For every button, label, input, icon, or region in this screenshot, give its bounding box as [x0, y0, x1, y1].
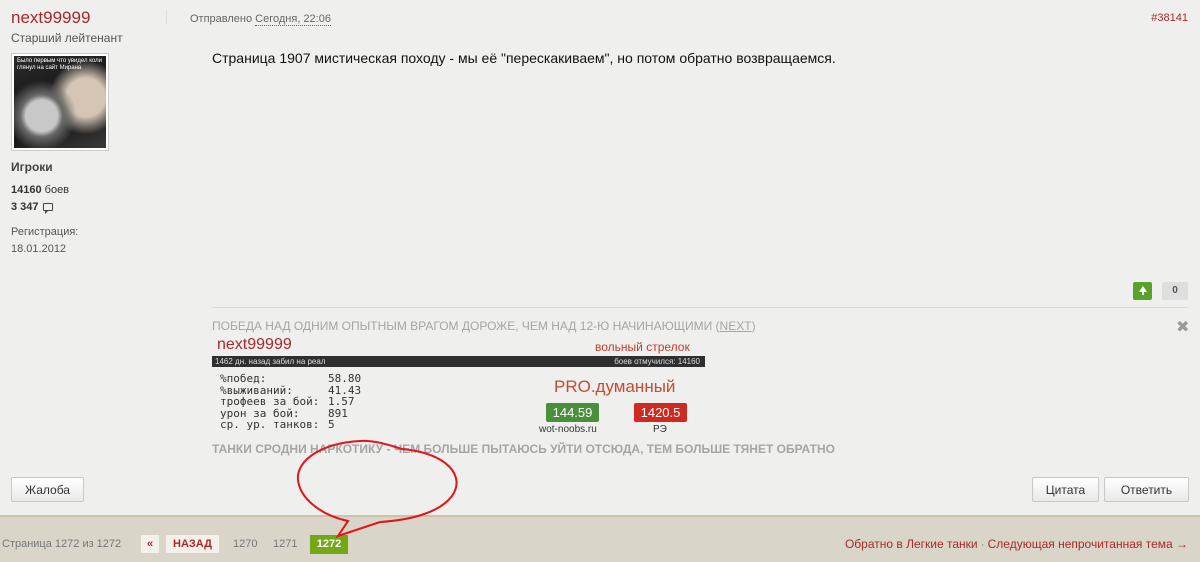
- banner-bar-left: 1462 дн. назад забил на реал: [215, 357, 326, 366]
- signature-next-link[interactable]: NEXT: [720, 319, 752, 333]
- stat-key: ср. ур. танков:: [220, 418, 320, 432]
- avatar-caption: Было первым что увидел коли глянул на са…: [17, 58, 102, 71]
- stat-row: %побед: 58.80: [220, 373, 361, 385]
- back-to-forum-link[interactable]: Обратно в Легкие танки: [845, 537, 978, 551]
- registration-date: 18.01.2012: [11, 243, 67, 255]
- author-panel: next99999 Старший лейтенант Было первым …: [0, 0, 168, 515]
- sent-prefix: Отправлено: [190, 13, 256, 25]
- page-indicator: Страница 1272 из 1272: [2, 538, 122, 550]
- rate-up-button[interactable]: [1133, 282, 1152, 300]
- banner-bar-right: боев отмучился: 14160: [614, 357, 700, 366]
- signature-line-2: ТАНКИ СРОДНИ НАРКОТИКУ - ЧЕМ БОЛЬШЕ ПЫТА…: [212, 442, 835, 456]
- banner-pro-label: PRO.думанный: [554, 377, 676, 396]
- stats-banner: next99999 вольный стрелок 1462 дн. назад…: [212, 335, 705, 437]
- post-body: Страница 1907 мистическая походу - мы её…: [212, 50, 836, 66]
- banner-source-2: РЭ: [653, 424, 667, 435]
- comment-icon: [42, 203, 53, 214]
- author-rank: Старший лейтенант: [11, 31, 123, 45]
- author-username[interactable]: next99999: [11, 8, 90, 28]
- banner-badge-wn: 144.59: [546, 403, 599, 422]
- reply-button[interactable]: Ответить: [1104, 477, 1189, 502]
- author-battles: 14160 боев: [11, 184, 69, 196]
- page-link-1271[interactable]: 1271: [273, 538, 297, 550]
- topic-nav: Обратно в Легкие танки · Следующая непрочи…: [845, 537, 1188, 551]
- post-date: Отправлено Сегодня, 22:06: [190, 13, 331, 26]
- banner-class: вольный стрелок: [595, 340, 690, 354]
- rating-count: 0: [1162, 282, 1188, 300]
- author-group: Игроки: [11, 160, 53, 174]
- banner-badge-re: 1420.5: [634, 403, 687, 422]
- battles-count: 14160: [11, 184, 42, 196]
- arrow-up-icon: [1138, 286, 1147, 295]
- prev-page-button[interactable]: НАЗАД: [166, 535, 219, 553]
- divider: [166, 10, 167, 24]
- next-unread-link[interactable]: Следующая непрочитанная тема →: [988, 537, 1188, 551]
- avatar[interactable]: Было первым что увидел коли глянул на са…: [11, 53, 109, 151]
- registration-label: Регистрация:: [11, 226, 79, 238]
- pagination-bar: Страница 1272 из 1272 « НАЗАД 1270 1271 …: [0, 515, 1200, 562]
- banner-stats: %побед: 58.80 %выживаний: 41.43 трофеев за…: [220, 373, 361, 431]
- signature-paren: ): [751, 319, 756, 333]
- complain-button[interactable]: Жалоба: [11, 477, 84, 502]
- stat-value: 58.80: [328, 372, 362, 385]
- banner-name: next99999: [217, 336, 292, 353]
- post-permalink[interactable]: #38141: [1151, 12, 1188, 24]
- avatar-image: Было первым что увидел коли глянул на са…: [14, 56, 106, 148]
- stat-row: ср. ур. танков: 5: [220, 419, 361, 431]
- posts-count: 3 347: [11, 201, 39, 213]
- annotation-callout: [296, 439, 458, 538]
- current-page: 1272: [310, 535, 348, 554]
- banner-source-1: wot-noobs.ru: [539, 424, 597, 435]
- battles-label: боев: [41, 184, 70, 196]
- close-icon[interactable]: ✖: [1176, 317, 1189, 337]
- signature-divider: [212, 307, 1188, 308]
- stat-key: %побед:: [220, 372, 267, 385]
- signature-text-1: ПОБЕДА НАД ОДНИМ ОПЫТНЫМ ВРАГОМ ДОРОЖЕ, …: [212, 319, 720, 333]
- page-link-1270[interactable]: 1270: [233, 538, 257, 550]
- first-page-button[interactable]: «: [141, 535, 159, 553]
- signature-line-1: ПОБЕДА НАД ОДНИМ ОПЫТНЫМ ВРАГОМ ДОРОЖЕ, …: [212, 319, 756, 333]
- banner-bar: 1462 дн. назад забил на реал боев отмучи…: [212, 356, 705, 367]
- sent-time: Сегодня, 22:06: [255, 13, 331, 26]
- stat-value: 5: [328, 418, 335, 432]
- quote-button[interactable]: Цитата: [1032, 477, 1099, 502]
- author-posts: 3 347: [11, 201, 53, 214]
- nav-separator: ·: [980, 537, 985, 551]
